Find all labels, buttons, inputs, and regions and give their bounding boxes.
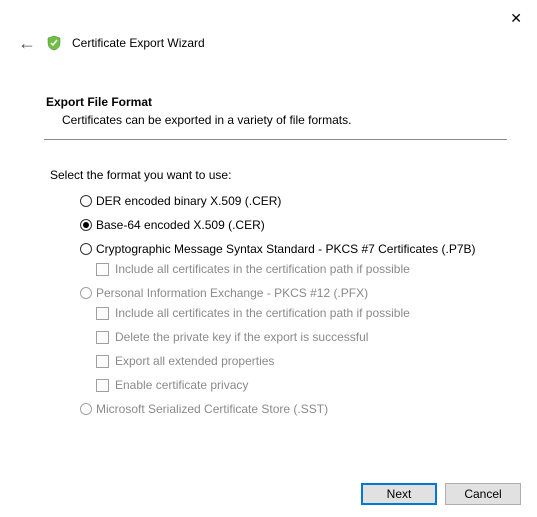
cancel-button[interactable]: Cancel [445,483,521,505]
radio-base64[interactable] [80,219,92,231]
close-icon[interactable]: ✕ [510,10,522,27]
check-pfx-includepath-label: Include all certificates in the certific… [115,306,410,320]
radio-der-label: DER encoded binary X.509 (.CER) [96,194,281,208]
check-pfx-extprops-label: Export all extended properties [115,354,274,368]
certificate-shield-icon [46,35,62,51]
check-pkcs7-includepath-label: Include all certificates in the certific… [115,262,410,276]
radio-der[interactable] [80,195,92,207]
next-button[interactable]: Next [361,483,437,505]
check-pfx-extprops [96,355,109,368]
radio-base64-label: Base-64 encoded X.509 (.CER) [96,218,265,232]
section-description: Certificates can be exported in a variet… [62,113,507,127]
section-heading: Export File Format [46,95,507,109]
check-pfx-privacy-label: Enable certificate privacy [115,378,248,392]
radio-pfx-label: Personal Information Exchange - PKCS #12… [96,286,368,300]
divider [44,139,507,140]
radio-pkcs7-label: Cryptographic Message Syntax Standard - … [96,242,476,256]
format-prompt: Select the format you want to use: [50,168,507,182]
check-pfx-includepath [96,307,109,320]
check-pfx-deletekey [96,331,109,344]
radio-pkcs7[interactable] [80,243,92,255]
check-pkcs7-includepath [96,263,109,276]
radio-pfx [80,287,92,299]
back-arrow-icon[interactable]: ← [18,34,36,52]
check-pfx-privacy [96,379,109,392]
radio-sst [80,403,92,415]
wizard-title: Certificate Export Wizard [72,36,205,50]
check-pfx-deletekey-label: Delete the private key if the export is … [115,330,368,344]
radio-sst-label: Microsoft Serialized Certificate Store (… [96,402,328,416]
